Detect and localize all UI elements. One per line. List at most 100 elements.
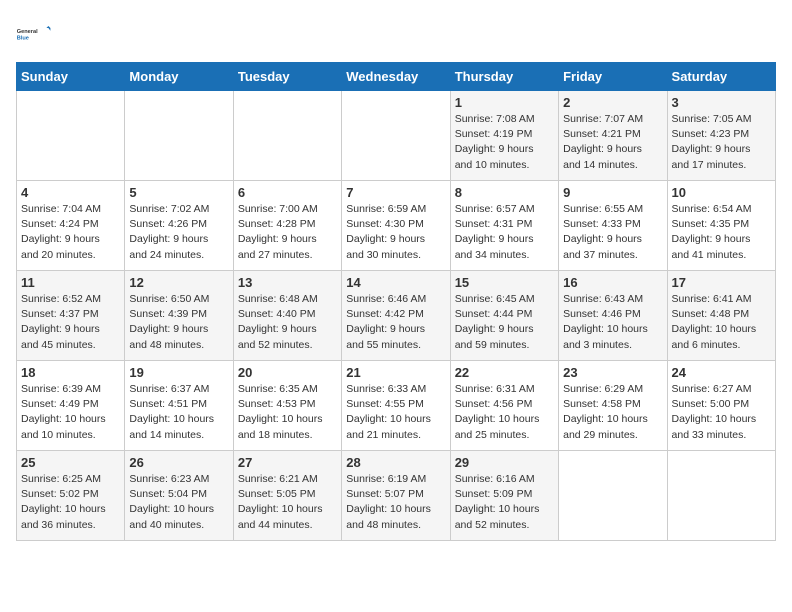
calendar-week-4: 25Sunrise: 6:25 AM Sunset: 5:02 PM Dayli… (17, 451, 776, 541)
day-number: 11 (21, 275, 120, 290)
calendar-cell: 14Sunrise: 6:46 AM Sunset: 4:42 PM Dayli… (342, 271, 450, 361)
calendar-cell: 23 Sunrise: 6:29 AM Sunset: 4:58 PM Dayli… (559, 361, 667, 451)
calendar-cell: 1 Sunrise: 7:08 AM Sunset: 4:19 PM Daylig… (450, 91, 558, 181)
day-number: 10 (672, 185, 771, 200)
day-info: Sunrise: 6:45 AM Sunset: 4:44 PM Dayligh… (455, 292, 554, 353)
day-info: Sunrise: 7:08 AM Sunset: 4:19 PM Dayligh… (455, 112, 554, 173)
day-info: Sunrise: 6:16 AM Sunset: 5:09 PM Dayligh… (455, 472, 554, 533)
day-info: Sunrise: 6:37 AM Sunset: 4:51 PM Dayligh… (129, 382, 228, 443)
calendar-cell: 8Sunrise: 6:57 AM Sunset: 4:31 PM Daylig… (450, 181, 558, 271)
col-header-tuesday: Tuesday (233, 63, 341, 91)
day-number: 28 (346, 455, 445, 470)
calendar-cell (17, 91, 125, 181)
day-info: Sunrise: 7:04 AM Sunset: 4:24 PM Dayligh… (21, 202, 120, 263)
day-info: Sunrise: 7:05 AM Sunset: 4:23 PM Dayligh… (672, 112, 771, 173)
calendar-cell: 29 Sunrise: 6:16 AM Sunset: 5:09 PM Dayli… (450, 451, 558, 541)
col-header-friday: Friday (559, 63, 667, 91)
day-info: Sunrise: 6:29 AM Sunset: 4:58 PM Dayligh… (563, 382, 662, 443)
calendar-cell (559, 451, 667, 541)
day-number: 15 (455, 275, 554, 290)
day-number: 1 (455, 95, 554, 110)
calendar-cell: 12 Sunrise: 6:50 AM Sunset: 4:39 PM Dayli… (125, 271, 233, 361)
day-info: Sunrise: 6:23 AM Sunset: 5:04 PM Dayligh… (129, 472, 228, 533)
svg-text:General: General (17, 29, 38, 35)
day-info: Sunrise: 7:07 AM Sunset: 4:21 PM Dayligh… (563, 112, 662, 173)
calendar-cell: 27Sunrise: 6:21 AM Sunset: 5:05 PM Dayli… (233, 451, 341, 541)
day-info: Sunrise: 6:31 AM Sunset: 4:56 PM Dayligh… (455, 382, 554, 443)
day-info: Sunrise: 6:35 AM Sunset: 4:53 PM Dayligh… (238, 382, 337, 443)
calendar-cell: 17 Sunrise: 6:41 AM Sunset: 4:48 PM Dayli… (667, 271, 775, 361)
calendar-table: SundayMondayTuesdayWednesdayThursdayFrid… (16, 62, 776, 541)
calendar-week-2: 11 Sunrise: 6:52 AM Sunset: 4:37 PM Dayli… (17, 271, 776, 361)
day-number: 19 (129, 365, 228, 380)
logo: GeneralBlue (16, 16, 52, 52)
calendar-cell: 26 Sunrise: 6:23 AM Sunset: 5:04 PM Dayli… (125, 451, 233, 541)
calendar-week-0: 1 Sunrise: 7:08 AM Sunset: 4:19 PM Daylig… (17, 91, 776, 181)
day-number: 14 (346, 275, 445, 290)
day-number: 29 (455, 455, 554, 470)
calendar-cell: 4 Sunrise: 7:04 AM Sunset: 4:24 PM Daylig… (17, 181, 125, 271)
col-header-thursday: Thursday (450, 63, 558, 91)
day-info: Sunrise: 6:59 AM Sunset: 4:30 PM Dayligh… (346, 202, 445, 263)
svg-text:Blue: Blue (17, 36, 29, 42)
day-number: 18 (21, 365, 120, 380)
calendar-cell: 25Sunrise: 6:25 AM Sunset: 5:02 PM Dayli… (17, 451, 125, 541)
calendar-cell: 21 Sunrise: 6:33 AM Sunset: 4:55 PM Dayli… (342, 361, 450, 451)
day-info: Sunrise: 6:33 AM Sunset: 4:55 PM Dayligh… (346, 382, 445, 443)
day-info: Sunrise: 6:55 AM Sunset: 4:33 PM Dayligh… (563, 202, 662, 263)
calendar-cell: 16Sunrise: 6:43 AM Sunset: 4:46 PM Dayli… (559, 271, 667, 361)
day-info: Sunrise: 6:39 AM Sunset: 4:49 PM Dayligh… (21, 382, 120, 443)
col-header-monday: Monday (125, 63, 233, 91)
calendar-cell: 9 Sunrise: 6:55 AM Sunset: 4:33 PM Daylig… (559, 181, 667, 271)
day-number: 7 (346, 185, 445, 200)
page-header: GeneralBlue (16, 16, 776, 52)
calendar-week-3: 18 Sunrise: 6:39 AM Sunset: 4:49 PM Dayli… (17, 361, 776, 451)
calendar-cell: 15 Sunrise: 6:45 AM Sunset: 4:44 PM Dayli… (450, 271, 558, 361)
calendar-cell (233, 91, 341, 181)
day-number: 5 (129, 185, 228, 200)
calendar-cell: 5 Sunrise: 7:02 AM Sunset: 4:26 PM Daylig… (125, 181, 233, 271)
day-info: Sunrise: 6:57 AM Sunset: 4:31 PM Dayligh… (455, 202, 554, 263)
calendar-cell: 3 Sunrise: 7:05 AM Sunset: 4:23 PM Daylig… (667, 91, 775, 181)
day-info: Sunrise: 6:27 AM Sunset: 5:00 PM Dayligh… (672, 382, 771, 443)
day-info: Sunrise: 7:00 AM Sunset: 4:28 PM Dayligh… (238, 202, 337, 263)
day-info: Sunrise: 6:41 AM Sunset: 4:48 PM Dayligh… (672, 292, 771, 353)
day-number: 24 (672, 365, 771, 380)
day-number: 2 (563, 95, 662, 110)
day-number: 17 (672, 275, 771, 290)
day-number: 22 (455, 365, 554, 380)
day-info: Sunrise: 7:02 AM Sunset: 4:26 PM Dayligh… (129, 202, 228, 263)
day-info: Sunrise: 6:43 AM Sunset: 4:46 PM Dayligh… (563, 292, 662, 353)
calendar-week-1: 4 Sunrise: 7:04 AM Sunset: 4:24 PM Daylig… (17, 181, 776, 271)
day-number: 9 (563, 185, 662, 200)
calendar-cell: 2 Sunrise: 7:07 AM Sunset: 4:21 PM Daylig… (559, 91, 667, 181)
day-info: Sunrise: 6:54 AM Sunset: 4:35 PM Dayligh… (672, 202, 771, 263)
calendar-cell (667, 451, 775, 541)
day-info: Sunrise: 6:52 AM Sunset: 4:37 PM Dayligh… (21, 292, 120, 353)
day-info: Sunrise: 6:48 AM Sunset: 4:40 PM Dayligh… (238, 292, 337, 353)
day-number: 27 (238, 455, 337, 470)
day-number: 21 (346, 365, 445, 380)
day-number: 12 (129, 275, 228, 290)
col-header-sunday: Sunday (17, 63, 125, 91)
calendar-cell: 24 Sunrise: 6:27 AM Sunset: 5:00 PM Dayli… (667, 361, 775, 451)
logo-icon: GeneralBlue (16, 16, 52, 52)
calendar-cell: 19 Sunrise: 6:37 AM Sunset: 4:51 PM Dayli… (125, 361, 233, 451)
day-number: 23 (563, 365, 662, 380)
day-number: 3 (672, 95, 771, 110)
day-info: Sunrise: 6:50 AM Sunset: 4:39 PM Dayligh… (129, 292, 228, 353)
day-number: 20 (238, 365, 337, 380)
calendar-cell: 28Sunrise: 6:19 AM Sunset: 5:07 PM Dayli… (342, 451, 450, 541)
calendar-cell: 10 Sunrise: 6:54 AM Sunset: 4:35 PM Dayli… (667, 181, 775, 271)
calendar-cell: 11 Sunrise: 6:52 AM Sunset: 4:37 PM Dayli… (17, 271, 125, 361)
col-header-wednesday: Wednesday (342, 63, 450, 91)
day-number: 26 (129, 455, 228, 470)
col-header-saturday: Saturday (667, 63, 775, 91)
calendar-cell: 20 Sunrise: 6:35 AM Sunset: 4:53 PM Dayli… (233, 361, 341, 451)
calendar-cell (125, 91, 233, 181)
calendar-cell: 13Sunrise: 6:48 AM Sunset: 4:40 PM Dayli… (233, 271, 341, 361)
calendar-cell: 6 Sunrise: 7:00 AM Sunset: 4:28 PM Daylig… (233, 181, 341, 271)
calendar-header-row: SundayMondayTuesdayWednesdayThursdayFrid… (17, 63, 776, 91)
day-number: 6 (238, 185, 337, 200)
day-number: 4 (21, 185, 120, 200)
